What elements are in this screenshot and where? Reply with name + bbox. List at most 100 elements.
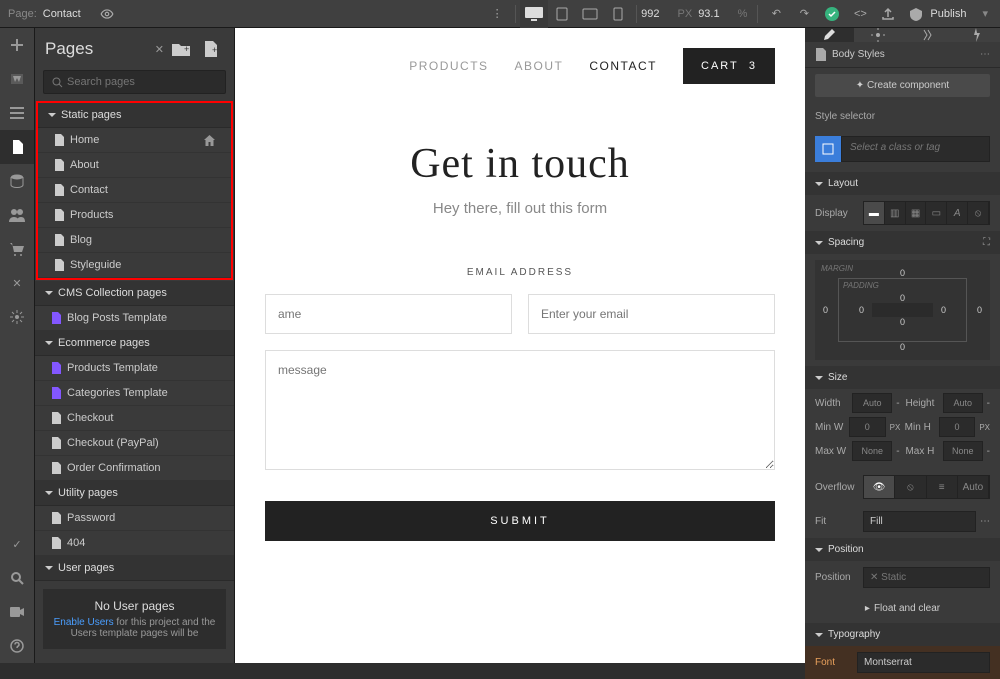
minw-input[interactable]: 0 xyxy=(849,417,886,437)
display-toggle[interactable]: ▬ ▥ ▦ ▭ A ⦸ xyxy=(863,201,990,225)
hero-subtitle: Hey there, fill out this form xyxy=(265,200,775,217)
ecommerce-icon[interactable] xyxy=(0,232,34,266)
svg-text:+: + xyxy=(212,45,217,55)
tablet-icon[interactable] xyxy=(548,0,576,28)
width-input[interactable]: Auto xyxy=(852,393,892,413)
page-item-checkout-paypal[interactable]: Checkout (PayPal) xyxy=(35,431,234,456)
navigator-icon[interactable] xyxy=(0,96,34,130)
page-item-about[interactable]: About xyxy=(38,153,231,178)
selector-field[interactable]: Select a class or tag xyxy=(841,136,990,162)
users-icon[interactable] xyxy=(0,198,34,232)
section-typography[interactable]: Typography xyxy=(805,623,1000,646)
email-field[interactable] xyxy=(528,294,775,334)
search-input[interactable] xyxy=(43,70,226,94)
height-input[interactable]: Auto xyxy=(943,393,983,413)
page-item-blog[interactable]: Blog xyxy=(38,228,231,253)
nav-contact[interactable]: CONTACT xyxy=(589,59,657,73)
minh-input[interactable]: 0 xyxy=(939,417,976,437)
hidden-icon: ⦸ xyxy=(895,476,926,498)
redo-icon[interactable]: ↷ xyxy=(790,0,818,28)
form-label: EMAIL ADDRESS xyxy=(265,267,775,278)
folder-static[interactable]: Static pages xyxy=(38,103,231,128)
overflow-toggle[interactable]: 👁 ⦸ ≡ Auto xyxy=(863,475,990,499)
create-component-button[interactable]: ✦ Create component xyxy=(815,74,990,97)
enable-users-link[interactable]: Enable Users xyxy=(54,617,114,628)
page-item-categories-template[interactable]: Categories Template xyxy=(35,381,234,406)
fit-select[interactable]: Fill xyxy=(863,511,976,532)
cms-icon[interactable] xyxy=(0,164,34,198)
float-clear-button[interactable]: ▸ Float and clear xyxy=(853,598,952,619)
inline-icon: A xyxy=(947,202,968,224)
check-icon[interactable]: ✓ xyxy=(0,527,34,561)
name-field[interactable] xyxy=(265,294,512,334)
mobile-icon[interactable] xyxy=(604,0,632,28)
submit-button[interactable]: SUBMIT xyxy=(265,501,775,541)
close-icon[interactable]: ✕ xyxy=(155,43,164,56)
spacing-expand-icon[interactable]: ⛶ xyxy=(983,237,990,248)
page-item-styleguide[interactable]: Styleguide xyxy=(38,253,231,278)
assets-icon[interactable]: ✕ xyxy=(0,266,34,300)
maxw-input[interactable]: None xyxy=(852,441,892,461)
page-item-contact[interactable]: Contact xyxy=(38,178,231,203)
export-icon[interactable] xyxy=(874,0,902,28)
page-item-home[interactable]: Home xyxy=(38,128,231,153)
nav-products[interactable]: PRODUCTS xyxy=(409,59,488,73)
section-size[interactable]: Size xyxy=(805,366,1000,389)
folder-ecom[interactable]: Ecommerce pages xyxy=(35,331,234,356)
help-icon[interactable] xyxy=(0,629,34,663)
svg-text:+: + xyxy=(184,44,189,54)
nav-about[interactable]: ABOUT xyxy=(515,59,564,73)
tablet-landscape-icon[interactable] xyxy=(576,0,604,28)
page-name[interactable]: Contact xyxy=(43,8,81,20)
left-toolbar: ✕ ✓ xyxy=(0,28,35,663)
publish-button[interactable]: Publish xyxy=(930,8,966,20)
page-item-order-confirmation[interactable]: Order Confirmation xyxy=(35,456,234,481)
add-icon[interactable] xyxy=(0,28,34,62)
folder-utility[interactable]: Utility pages xyxy=(35,481,234,506)
section-spacing[interactable]: Spacing⛶ xyxy=(805,231,1000,254)
page-item-password[interactable]: Password xyxy=(35,506,234,531)
page-item-404[interactable]: 404 xyxy=(35,531,234,556)
settings-icon[interactable] xyxy=(0,300,34,334)
pages-icon[interactable] xyxy=(0,130,34,164)
fit-more-icon[interactable]: ⋯ xyxy=(980,516,990,527)
cart-button[interactable]: CART 3 xyxy=(683,48,775,84)
canvas-width[interactable]: 992 xyxy=(641,8,659,20)
interactions-icon[interactable] xyxy=(903,28,952,42)
video-icon[interactable] xyxy=(0,595,34,629)
message-field[interactable] xyxy=(265,350,775,470)
section-position[interactable]: Position xyxy=(805,538,1000,561)
page-label: Page: xyxy=(8,8,37,20)
preview-icon[interactable] xyxy=(93,0,121,28)
position-select[interactable]: ✕ Static xyxy=(863,567,990,588)
new-folder-icon[interactable]: + xyxy=(168,36,194,62)
desktop-icon[interactable] xyxy=(520,0,548,28)
new-page-icon[interactable]: + xyxy=(198,36,224,62)
page-item-blogposts[interactable]: Blog Posts Template xyxy=(35,306,234,331)
status-icon[interactable] xyxy=(818,0,846,28)
panel-title: Pages xyxy=(45,39,147,59)
page-item-products-template[interactable]: Products Template xyxy=(35,356,234,381)
webflow-icon[interactable] xyxy=(0,62,34,96)
more-icon[interactable]: ⋯ xyxy=(980,49,990,60)
page-item-checkout[interactable]: Checkout xyxy=(35,406,234,431)
maxh-input[interactable]: None xyxy=(943,441,983,461)
selector-icon[interactable] xyxy=(815,136,841,162)
undo-icon[interactable]: ↶ xyxy=(762,0,790,28)
folder-cms[interactable]: CMS Collection pages xyxy=(35,281,234,306)
code-icon[interactable]: <> xyxy=(846,0,874,28)
user-pages-info: No User pages Enable Users for this proj… xyxy=(43,589,226,649)
spacing-editor[interactable]: MARGIN 0 0 PADDING 0 00 0 0 0 xyxy=(815,260,990,360)
folder-user[interactable]: User pages xyxy=(35,556,234,581)
gear-icon[interactable] xyxy=(854,28,903,42)
page-item-products[interactable]: Products xyxy=(38,203,231,228)
brush-icon[interactable] xyxy=(805,28,854,42)
more-icon[interactable]: ⋮ xyxy=(483,0,511,28)
search-tool-icon[interactable] xyxy=(0,561,34,595)
section-layout[interactable]: Layout xyxy=(805,172,1000,195)
style-panel: Body Styles ⋯ ✦ Create component Style s… xyxy=(805,28,1000,663)
audit-icon[interactable] xyxy=(902,0,930,28)
effects-icon[interactable] xyxy=(951,28,1000,42)
inline-block-icon: ▭ xyxy=(926,202,947,224)
zoom-level[interactable]: 93.1 xyxy=(698,8,719,20)
